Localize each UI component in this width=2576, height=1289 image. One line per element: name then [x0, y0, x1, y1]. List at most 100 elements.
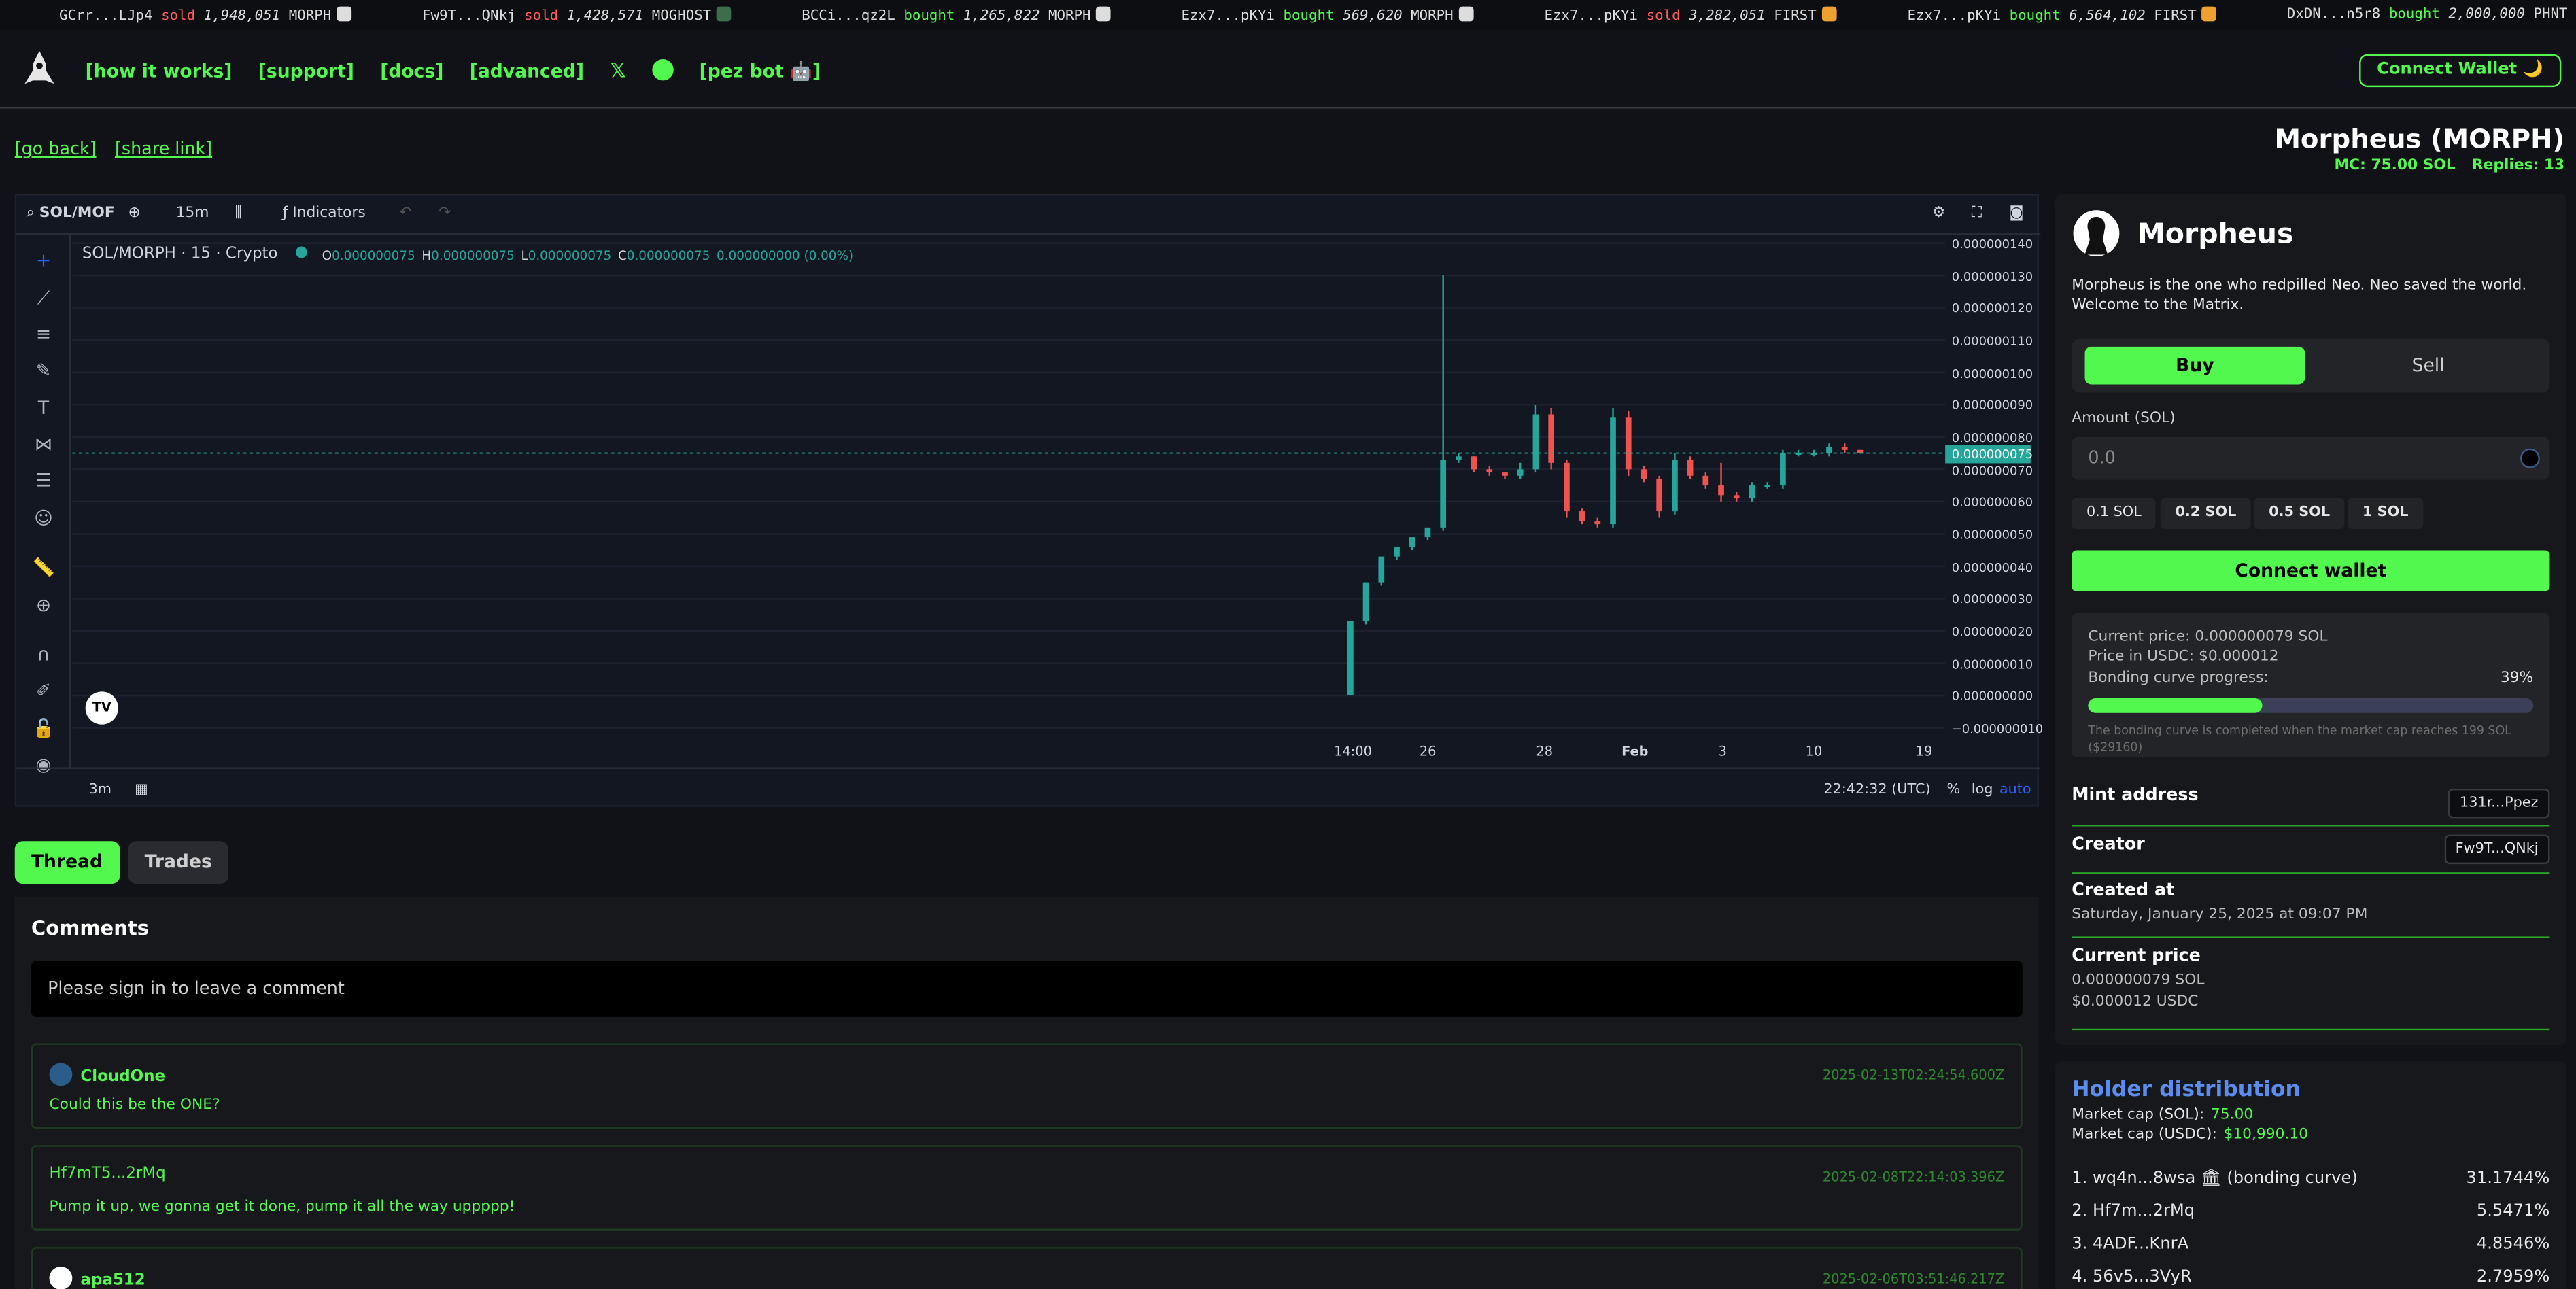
fib-icon[interactable]: ≡: [31, 322, 56, 347]
range-button[interactable]: 3m: [88, 782, 111, 798]
interval-select[interactable]: 15m: [176, 205, 209, 222]
nav-advanced[interactable]: [advanced]: [470, 61, 584, 82]
fullscreen-icon[interactable]: ⛶: [1972, 205, 1982, 222]
holder-row[interactable]: 4. 56v5...3VyR 2.7959%: [2072, 1269, 2549, 1287]
tab-trades[interactable]: Trades: [128, 841, 228, 884]
candle[interactable]: [1471, 456, 1477, 470]
camera-icon[interactable]: ◙: [2009, 205, 2023, 222]
candle[interactable]: [1718, 485, 1724, 496]
ticker-item[interactable]: GCrr...LJp4 sold 1,948,051 MORPH: [59, 6, 351, 24]
settings-icon[interactable]: ⚙: [1932, 205, 1946, 222]
log-toggle[interactable]: log: [1972, 782, 1993, 798]
quick-amount-button[interactable]: 0.5 SOL: [2254, 498, 2345, 530]
x-icon[interactable]: 𝕏: [610, 59, 625, 82]
candle-type-icon[interactable]: ⫼: [235, 205, 242, 222]
candle[interactable]: [1826, 447, 1832, 453]
quick-amount-button[interactable]: 1 SOL: [2348, 498, 2424, 530]
connect-wallet-trade-button[interactable]: Connect wallet: [2072, 550, 2550, 591]
tab-thread[interactable]: Thread: [14, 841, 120, 884]
ruler-icon[interactable]: 📏: [31, 555, 56, 580]
telegram-icon[interactable]: [651, 58, 674, 81]
forecast-icon[interactable]: ☰: [31, 468, 56, 493]
goto-date-icon[interactable]: ▦: [135, 782, 148, 798]
candle[interactable]: [1424, 527, 1431, 538]
ticker-item[interactable]: Ezx7...pKYi sold 3,282,051 FIRST: [1545, 6, 1836, 24]
mint-address-pill[interactable]: 131r...Ppez: [2448, 788, 2550, 819]
share-link[interactable]: [share link]: [115, 139, 212, 159]
ticker-item[interactable]: Fw9T...QNkj sold 1,428,571 MOGHOST: [422, 6, 732, 24]
ticker-item[interactable]: BCCi...qz2L bought 1,265,822 MORPH: [802, 6, 1111, 24]
amount-input[interactable]: 0.0: [2072, 436, 2550, 480]
candle[interactable]: [1641, 469, 1647, 479]
candle[interactable]: [1579, 511, 1585, 521]
candle[interactable]: [1517, 469, 1524, 476]
candle[interactable]: [1532, 414, 1539, 470]
comment-user[interactable]: Hf7mT5...2rMq: [49, 1165, 165, 1183]
percent-toggle[interactable]: %: [1947, 782, 1961, 798]
price-axis[interactable]: 0.000000140 0.000000130 0.000000120 0.00000…: [1945, 235, 2043, 768]
holder-row[interactable]: 1. wq4n...8wsa 🏛 (bonding curve) 31.1744%: [2072, 1170, 2549, 1188]
buy-tab[interactable]: Buy: [2084, 346, 2305, 385]
go-back-link[interactable]: [go back]: [15, 139, 97, 159]
compare-add-icon[interactable]: ⊕: [128, 205, 140, 222]
quick-amount-button[interactable]: 0.2 SOL: [2160, 498, 2252, 530]
ticker-item[interactable]: Ezx7...pKYi bought 6,564,102 FIRST: [1908, 6, 2216, 24]
lock-icon[interactable]: 🔓: [31, 717, 56, 741]
candle[interactable]: [1672, 460, 1678, 512]
creator-pill[interactable]: Fw9T...QNkj: [2443, 834, 2550, 865]
candle[interactable]: [1733, 495, 1740, 499]
candle[interactable]: [1687, 460, 1694, 476]
pattern-icon[interactable]: ⋈: [31, 432, 56, 457]
zoom-icon[interactable]: ⊕: [31, 593, 56, 617]
holder-row[interactable]: 3. 4ADF...KnrA 4.8546%: [2072, 1235, 2549, 1254]
redo-icon[interactable]: ↷: [439, 205, 451, 222]
nav-support[interactable]: [support]: [258, 61, 354, 82]
connect-wallet-button[interactable]: Connect Wallet 🌙: [2358, 54, 2562, 88]
candle[interactable]: [1780, 453, 1786, 486]
nav-docs[interactable]: [docs]: [380, 61, 443, 82]
text-icon[interactable]: T: [31, 396, 56, 420]
symbol-search[interactable]: ⌕ SOL/MOF: [27, 205, 115, 222]
candle[interactable]: [1656, 479, 1663, 512]
candle[interactable]: [1764, 485, 1771, 487]
candle[interactable]: [1440, 460, 1447, 528]
magnet-icon[interactable]: ∩: [31, 642, 56, 667]
candle[interactable]: [1702, 475, 1709, 486]
comment-user[interactable]: CloudOne: [49, 1063, 165, 1086]
lock-drawings-icon[interactable]: ✐: [31, 678, 56, 703]
candle[interactable]: [1456, 456, 1462, 460]
emoji-icon[interactable]: ☺: [31, 506, 56, 530]
candle[interactable]: [1564, 462, 1570, 512]
rocket-logo-icon[interactable]: [20, 49, 59, 88]
candle[interactable]: [1409, 537, 1415, 547]
brush-icon[interactable]: ✎: [31, 358, 56, 383]
utc-clock[interactable]: 22:42:32 (UTC): [1823, 782, 1930, 798]
comment-input[interactable]: Please sign in to leave a comment: [31, 961, 2023, 1017]
candle[interactable]: [1610, 417, 1616, 525]
undo-icon[interactable]: ↶: [399, 205, 411, 222]
candle[interactable]: [1486, 469, 1493, 473]
holder-row[interactable]: 2. Hf7m...2rMq 5.5471%: [2072, 1203, 2549, 1221]
candle[interactable]: [1378, 556, 1385, 583]
candle[interactable]: [1548, 414, 1555, 463]
candle[interactable]: [1362, 582, 1369, 621]
crosshair-icon[interactable]: +: [31, 248, 56, 273]
candle[interactable]: [1841, 447, 1848, 450]
quick-amount-button[interactable]: 0.1 SOL: [2072, 498, 2157, 530]
candle[interactable]: [1594, 521, 1601, 525]
candle[interactable]: [1749, 485, 1755, 499]
price-chart[interactable]: ⌕ SOL/MOF ⊕ 15m ⫼ ƒ Indicators ↶ ↷ ⚙ ⛶ ◙…: [14, 194, 2043, 807]
candle[interactable]: [1394, 547, 1400, 557]
trendline-icon[interactable]: ⟋: [31, 286, 56, 310]
auto-toggle[interactable]: auto: [1999, 782, 2031, 798]
candle[interactable]: [1347, 621, 1354, 695]
nav-pez-bot[interactable]: [pez bot 🤖]: [700, 61, 821, 82]
candle[interactable]: [1625, 417, 1632, 470]
ticker-item[interactable]: Ezx7...pKYi bought 569,620 MORPH: [1181, 6, 1473, 24]
candle[interactable]: [1502, 472, 1508, 476]
candles-plot[interactable]: [72, 235, 1946, 744]
tradingview-logo-icon[interactable]: TV: [85, 691, 118, 725]
ticker-item[interactable]: DxDN...n5r8 bought 2,000,000 PHNT: [2287, 7, 2568, 23]
indicators-button[interactable]: ƒ Indicators: [283, 205, 366, 222]
nav-how-it-works[interactable]: [how it works]: [86, 61, 233, 82]
